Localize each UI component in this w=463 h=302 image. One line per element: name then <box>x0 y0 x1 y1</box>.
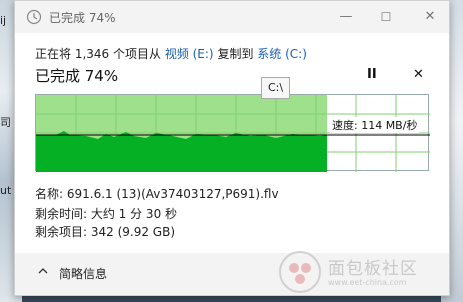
desktop-text-fragment: ij <box>0 14 7 27</box>
cancel-button[interactable]: ✕ <box>413 67 424 82</box>
path-tooltip: C:\ <box>261 77 291 99</box>
watermark-url: www.eet-china.com <box>328 278 407 287</box>
close-button[interactable]: ✕ <box>417 5 443 29</box>
watermark-logo-icon <box>279 251 321 293</box>
source-link[interactable]: 视频 (E:) <box>165 47 214 61</box>
watermark-text: 面包板社区 <box>328 259 418 279</box>
destination-link[interactable]: 系统 (C:) <box>257 47 307 61</box>
desktop-text-fragment: 司 <box>0 116 11 129</box>
file-name: 名称: 691.6.1 (13)(Av37403127,P691).flv <box>35 187 279 201</box>
speed-label: 速度: 114 MB/秒 <box>330 117 420 133</box>
speed-graph-canvas <box>36 95 430 172</box>
pause-button[interactable]: II <box>367 67 377 82</box>
transfer-prefix: 正在将 1,346 个项目从 <box>35 47 161 61</box>
maximize-button[interactable]: ☐ <box>373 5 399 29</box>
items-remaining: 剩余项目: 342 (9.92 GB) <box>35 225 176 239</box>
chevron-up-icon[interactable] <box>37 265 49 277</box>
time-remaining: 剩余时间: 大约 1 分 30 秒 <box>35 207 178 221</box>
transfer-description: 正在将 1,346 个项目从 视频 (E:) 复制到 系统 (C:) <box>35 45 307 62</box>
title-bar[interactable]: 已完成 74% — ☐ ✕ <box>15 1 449 33</box>
transfer-middle: 复制到 <box>217 47 254 61</box>
minimize-button[interactable]: — <box>333 5 359 29</box>
desktop-text-fragment: ut <box>0 184 12 197</box>
speed-graph: 速度: 114 MB/秒 <box>35 94 430 172</box>
copy-progress-icon <box>26 9 42 25</box>
progress-heading: 已完成 74% <box>35 67 119 85</box>
window-title: 已完成 74% <box>49 11 116 25</box>
watermark: 面包板社区 www.eet-china.com <box>272 244 462 300</box>
fewer-details-toggle[interactable]: 简略信息 <box>59 265 107 282</box>
